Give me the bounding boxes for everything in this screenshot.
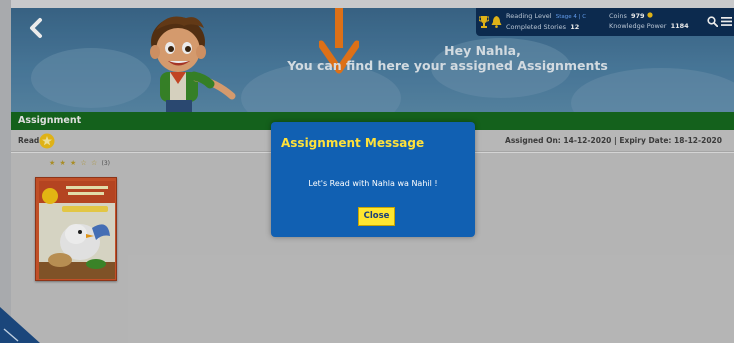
- dialog-message: Let's Read with Nahla wa Nahil !: [308, 179, 438, 188]
- assignment-message-dialog: Assignment Message Let's Read with Nahla…: [271, 122, 475, 237]
- close-button[interactable]: Close: [358, 207, 395, 226]
- dialog-title: Assignment Message: [281, 136, 425, 150]
